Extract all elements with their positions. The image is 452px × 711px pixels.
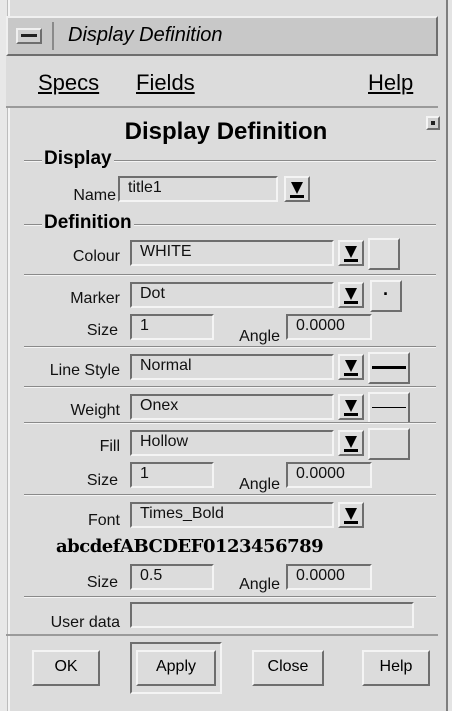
fill-dropdown-icon[interactable] bbox=[338, 430, 364, 456]
colour-swatch[interactable] bbox=[368, 238, 400, 270]
font-size-label: Size bbox=[86, 574, 118, 591]
display-group-label: Display bbox=[42, 148, 114, 170]
panel-title: Display Definition bbox=[124, 118, 328, 145]
definition-group-label: Definition bbox=[42, 212, 134, 234]
marker-field[interactable]: Dot bbox=[130, 282, 334, 308]
font-label: Font bbox=[87, 512, 120, 529]
menu-help-label: Help bbox=[368, 70, 414, 95]
weight-preview[interactable] bbox=[368, 392, 410, 424]
menu-fields-label: Fields bbox=[136, 70, 195, 95]
divider bbox=[24, 422, 436, 424]
help-button[interactable]: Help bbox=[362, 650, 430, 686]
title-bar: Display Definition bbox=[6, 16, 438, 56]
menu-specs[interactable]: Specs bbox=[38, 70, 99, 96]
font-size-field[interactable]: 0.5 bbox=[130, 564, 214, 590]
name-field[interactable]: title1 bbox=[118, 176, 278, 202]
fill-preview[interactable] bbox=[368, 428, 410, 460]
weight-label: Weight bbox=[70, 402, 120, 419]
name-label: Name bbox=[73, 187, 116, 204]
user-data-label: User data bbox=[50, 614, 120, 631]
name-dropdown-icon[interactable] bbox=[284, 176, 310, 202]
weight-dropdown-icon[interactable] bbox=[338, 394, 364, 420]
marker-dropdown-icon[interactable] bbox=[338, 282, 364, 308]
divider bbox=[24, 596, 436, 598]
line-preview-stroke bbox=[372, 366, 406, 369]
font-sample-preview: abcdefABCDEF0123456789 bbox=[56, 536, 324, 557]
colour-field[interactable]: WHITE bbox=[130, 240, 334, 266]
fill-size-field[interactable]: 1 bbox=[130, 462, 214, 488]
font-field[interactable]: Times_Bold bbox=[130, 502, 334, 528]
font-angle-field[interactable]: 0.0000 bbox=[286, 564, 372, 590]
marker-preview[interactable]: · bbox=[370, 280, 402, 312]
weight-preview-stroke bbox=[372, 407, 406, 408]
divider bbox=[24, 274, 436, 276]
marker-angle-label: Angle bbox=[239, 328, 280, 345]
user-data-field[interactable] bbox=[130, 602, 414, 628]
marker-size-label: Size bbox=[86, 322, 118, 339]
line-style-label: Line Style bbox=[49, 362, 120, 379]
divider bbox=[24, 346, 436, 348]
colour-dropdown-icon[interactable] bbox=[338, 240, 364, 266]
fill-angle-field[interactable]: 0.0000 bbox=[286, 462, 372, 488]
marker-angle-field[interactable]: 0.0000 bbox=[286, 314, 372, 340]
colour-label: Colour bbox=[72, 248, 120, 265]
font-angle-label: Angle bbox=[239, 576, 280, 593]
menu-bar: Specs Fields Help bbox=[6, 56, 438, 108]
window-menu-icon[interactable] bbox=[16, 28, 42, 44]
title-separator bbox=[52, 22, 54, 50]
marker-size-field[interactable]: 1 bbox=[130, 314, 214, 340]
weight-field[interactable]: Onex bbox=[130, 394, 334, 420]
ok-button[interactable]: OK bbox=[32, 650, 100, 686]
menu-help[interactable]: Help bbox=[368, 70, 413, 96]
menu-fields[interactable]: Fields bbox=[136, 70, 195, 96]
divider bbox=[24, 386, 436, 388]
marker-label: Marker bbox=[70, 290, 120, 307]
font-dropdown-icon[interactable] bbox=[338, 502, 364, 528]
fill-field[interactable]: Hollow bbox=[130, 430, 334, 456]
fill-size-label: Size bbox=[86, 472, 118, 489]
close-button[interactable]: Close bbox=[252, 650, 324, 686]
maximize-icon[interactable] bbox=[426, 116, 440, 130]
line-style-preview[interactable] bbox=[368, 352, 410, 384]
line-style-dropdown-icon[interactable] bbox=[338, 354, 364, 380]
menu-specs-label: Specs bbox=[38, 70, 100, 95]
apply-button[interactable]: Apply bbox=[136, 650, 216, 686]
fill-label: Fill bbox=[99, 438, 120, 455]
fill-angle-label: Angle bbox=[239, 476, 280, 493]
window-title: Display Definition bbox=[68, 24, 223, 46]
line-style-field[interactable]: Normal bbox=[130, 354, 334, 380]
divider bbox=[24, 494, 436, 496]
